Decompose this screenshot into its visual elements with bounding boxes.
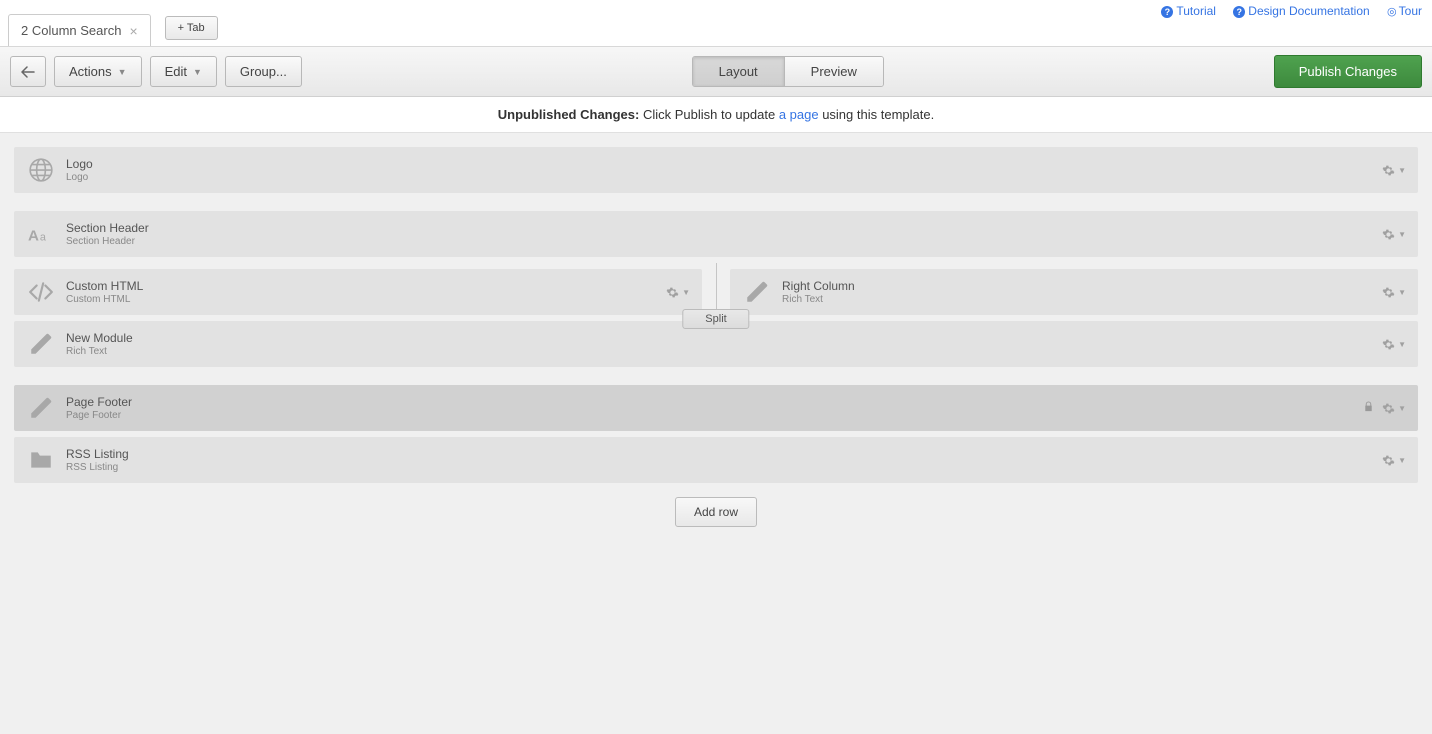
edit-icon (26, 329, 56, 359)
close-icon[interactable]: × (129, 24, 137, 38)
toolbar: Actions▼ Edit▼ Group... Layout Preview P… (0, 47, 1432, 97)
group-button[interactable]: Group... (225, 56, 302, 87)
module-settings[interactable]: ▼ (1382, 286, 1406, 299)
module-custom-html[interactable]: Custom HTML Custom HTML ▼ (14, 269, 702, 315)
actions-dropdown[interactable]: Actions▼ (54, 56, 142, 87)
module-settings[interactable]: ▼ (1382, 164, 1406, 177)
lock-icon (1363, 400, 1374, 416)
gear-icon (1382, 338, 1395, 351)
module-title: Page Footer (66, 395, 1363, 409)
column-divider[interactable] (702, 263, 730, 315)
tutorial-link[interactable]: ?Tutorial (1161, 4, 1216, 18)
pin-icon: ◎ (1387, 6, 1397, 18)
add-tab-button[interactable]: + Tab (165, 16, 218, 40)
globe-icon (26, 155, 56, 185)
module-settings[interactable]: ▼ (1382, 402, 1406, 415)
two-column-row: Custom HTML Custom HTML ▼ (14, 263, 1418, 367)
gear-icon (1382, 164, 1395, 177)
notice-prefix: Unpublished Changes: (498, 107, 640, 122)
module-right-column[interactable]: Right Column Rich Text ▼ (730, 269, 1418, 315)
tab-active[interactable]: 2 Column Search × (8, 14, 151, 46)
module-section-header[interactable]: Aa Section Header Section Header ▼ (14, 211, 1418, 257)
module-title: Section Header (66, 221, 1382, 235)
module-title: Logo (66, 157, 1382, 171)
help-links: ?Tutorial ?Design Documentation ◎Tour (1147, 0, 1422, 22)
module-title: Right Column (782, 279, 1382, 293)
module-subtitle: Page Footer (66, 410, 1363, 421)
back-icon (21, 66, 35, 78)
layout-tab[interactable]: Layout (693, 57, 784, 86)
layout-canvas: Logo Logo ▼ Aa Section Header Section He… (0, 133, 1432, 551)
tab-title: 2 Column Search (21, 23, 121, 38)
module-subtitle: Logo (66, 172, 1382, 183)
gear-icon (1382, 454, 1395, 467)
folder-icon (26, 445, 56, 475)
module-settings[interactable]: ▼ (1382, 338, 1406, 351)
gear-icon (1382, 402, 1395, 415)
help-icon: ? (1161, 6, 1173, 18)
help-icon: ? (1233, 6, 1245, 18)
module-page-footer[interactable]: Page Footer Page Footer ▼ (14, 385, 1418, 431)
code-icon (26, 277, 56, 307)
add-row-button[interactable]: Add row (675, 497, 757, 527)
module-subtitle: Rich Text (782, 294, 1382, 305)
view-toggle: Layout Preview (692, 56, 884, 87)
gear-icon (666, 286, 679, 299)
module-subtitle: Section Header (66, 236, 1382, 247)
module-title: New Module (66, 331, 1382, 345)
module-settings[interactable]: ▼ (1382, 454, 1406, 467)
module-settings[interactable]: ▼ (666, 286, 690, 299)
module-rss-listing[interactable]: RSS Listing RSS Listing ▼ (14, 437, 1418, 483)
module-settings[interactable]: ▼ (1382, 228, 1406, 241)
svg-text:a: a (40, 232, 47, 244)
preview-tab[interactable]: Preview (784, 57, 883, 86)
module-title: Custom HTML (66, 279, 666, 293)
module-logo[interactable]: Logo Logo ▼ (14, 147, 1418, 193)
module-subtitle: Custom HTML (66, 294, 666, 305)
svg-text:A: A (28, 228, 39, 245)
design-doc-link[interactable]: ?Design Documentation (1233, 4, 1369, 18)
unpublished-notice: Unpublished Changes: Click Publish to up… (0, 97, 1432, 133)
text-icon: Aa (26, 219, 56, 249)
edit-icon (742, 277, 772, 307)
publish-button[interactable]: Publish Changes (1274, 55, 1422, 88)
module-title: RSS Listing (66, 447, 1382, 461)
back-button[interactable] (10, 56, 46, 87)
gear-icon (1382, 286, 1395, 299)
module-subtitle: Rich Text (66, 346, 1382, 357)
module-subtitle: RSS Listing (66, 462, 1382, 473)
split-button[interactable]: Split (682, 309, 749, 329)
tour-link[interactable]: ◎Tour (1387, 4, 1422, 18)
notice-link[interactable]: a page (779, 107, 819, 122)
gear-icon (1382, 228, 1395, 241)
edit-icon (26, 393, 56, 423)
edit-dropdown[interactable]: Edit▼ (150, 56, 217, 87)
